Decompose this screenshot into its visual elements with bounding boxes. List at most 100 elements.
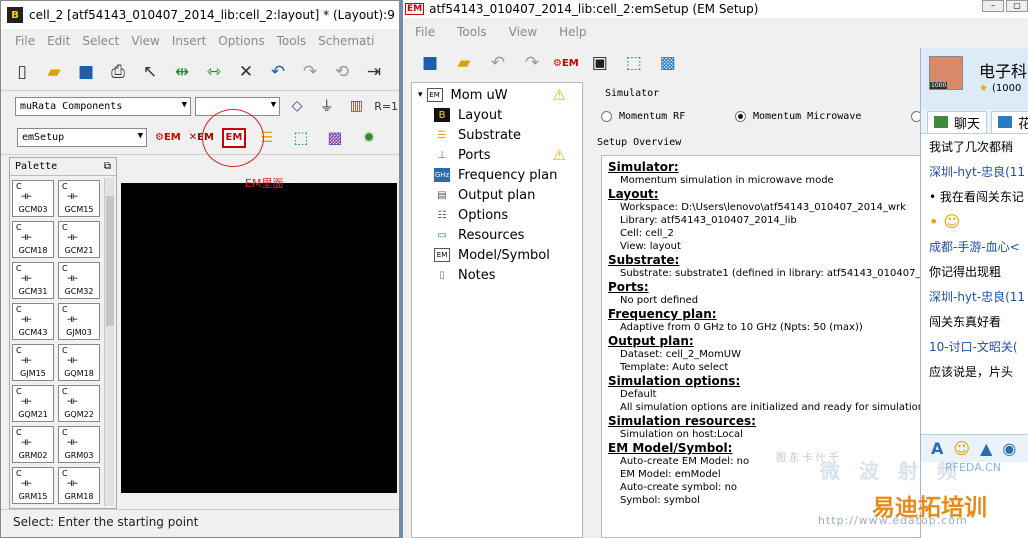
palette-scrollbar[interactable] — [104, 178, 114, 506]
palette-item[interactable]: C ⊣⊢ GCM03 — [12, 180, 54, 217]
shake-icon[interactable]: ◉ — [1002, 439, 1016, 458]
palette-item[interactable]: C ⊣⊢ GRM15 — [12, 467, 54, 504]
tree-item-substrate[interactable]: ☰ Substrate — [412, 125, 582, 145]
tree-item-resources[interactable]: ▭ Resources — [412, 225, 582, 245]
rfpro-icon[interactable]: ✹ — [356, 125, 382, 151]
ports-icon: ⊥ — [437, 149, 447, 161]
em-setup-combo[interactable]: emSetup ▼ — [17, 128, 147, 147]
tree-item-options[interactable]: ☷ Options — [412, 205, 582, 225]
scrollbar-thumb[interactable] — [106, 196, 114, 326]
palette-item[interactable]: C ⊣⊢ GJM15 — [12, 344, 54, 381]
menu-insert[interactable]: Insert — [172, 34, 206, 48]
ground-icon[interactable]: ⏚ — [314, 93, 340, 119]
em-gear-icon[interactable]: ⚙EM — [155, 132, 181, 143]
tree-item-layout[interactable]: B Layout — [412, 105, 582, 125]
em-root-icon: EM — [426, 88, 443, 102]
palette-item[interactable]: C ⊣⊢ GCM31 — [12, 262, 54, 299]
em-gear-icon[interactable]: ⚙EM — [553, 58, 579, 69]
capacitor-icon: ⊣⊢ — [21, 233, 32, 243]
print-icon[interactable]: ⎙ — [105, 59, 131, 85]
palette-item[interactable]: C ⊣⊢ GRM02 — [12, 426, 54, 463]
palette-item[interactable]: C ⊣⊢ GQM18 — [58, 344, 100, 381]
library-combo[interactable]: muRata Components ▼ — [15, 96, 192, 116]
radio-circle[interactable] — [601, 111, 612, 122]
tree-item-notes[interactable]: ▯ Notes — [412, 265, 582, 285]
ads-app-icon[interactable]: ▣ — [587, 50, 613, 76]
palette-item[interactable]: C ⊣⊢ GRM18 — [58, 467, 100, 504]
3d-box-icon[interactable]: ⬚ — [621, 50, 647, 76]
minimize-icon[interactable]: – — [982, 0, 1004, 12]
zoom-icon[interactable]: ⇥ — [361, 59, 387, 85]
maximize-icon[interactable]: ▢ — [1006, 0, 1028, 12]
open-folder-icon[interactable]: ▰ — [451, 50, 477, 76]
radio-circle-selected[interactable] — [735, 111, 746, 122]
library-bars-icon[interactable]: ▥ — [344, 93, 370, 119]
em-menu-help[interactable]: Help — [559, 25, 586, 39]
undo-icon[interactable]: ↶ — [265, 59, 291, 85]
palette-item[interactable]: C ⊣⊢ GCM21 — [58, 221, 100, 258]
ghz-icon: GHz — [434, 168, 450, 182]
tree-root[interactable]: ▾ EM Mom uW ⚠ — [412, 85, 582, 105]
capacitor-icon: ⊣⊢ — [67, 315, 78, 325]
group-avatar[interactable]: 1000 — [929, 56, 963, 90]
em-menu-file[interactable]: File — [415, 25, 435, 39]
new-icon[interactable]: ▯ — [9, 59, 35, 85]
menu-edit[interactable]: Edit — [47, 34, 70, 48]
layout-canvas[interactable] — [121, 183, 397, 493]
layout-title-bar[interactable]: B cell_2 [atf54143_010407_2014_lib:cell_… — [1, 1, 399, 29]
save-icon[interactable]: ■ — [73, 59, 99, 85]
3d-box-icon[interactable]: ⬚ — [288, 125, 314, 151]
open-folder-icon[interactable]: ▰ — [41, 59, 67, 85]
palette-item[interactable]: C ⊣⊢ GCM18 — [12, 221, 54, 258]
menu-view[interactable]: View — [131, 34, 159, 48]
radio-momentum-microwave[interactable]: Momentum Microwave — [735, 111, 861, 122]
tab-chat[interactable]: 聊天 — [927, 110, 988, 133]
palette-item-prefix: C — [62, 346, 68, 355]
overview-line: Library: atf54143_010407_2014_lib — [620, 215, 797, 226]
capacitor-icon: ⊣⊢ — [21, 274, 32, 284]
save-icon[interactable]: ■ — [417, 50, 443, 76]
palette-item[interactable]: C ⊣⊢ GQM21 — [12, 385, 54, 422]
palette-item[interactable]: C ⊣⊢ GCM15 — [58, 180, 100, 217]
menu-file[interactable]: File — [15, 34, 35, 48]
radio-momentum-rf[interactable]: Momentum RF — [601, 111, 685, 122]
menu-schematic[interactable]: Schemati — [318, 34, 374, 48]
menu-select[interactable]: Select — [82, 34, 119, 48]
redo-icon[interactable]: ↷ — [297, 59, 323, 85]
palette-item[interactable]: C ⊣⊢ GQM22 — [58, 385, 100, 422]
tree-item-label: Options — [458, 207, 509, 223]
palette-item[interactable]: C ⊣⊢ GRM03 — [58, 426, 100, 463]
stretch-icon[interactable]: ⇿ — [201, 59, 227, 85]
magic-icon[interactable]: ▲ — [980, 439, 992, 458]
resistor-icon[interactable]: R=1 — [373, 93, 399, 119]
select-pointer-icon[interactable]: ↖ — [137, 59, 163, 85]
3d-view-icon[interactable]: ▩ — [655, 50, 681, 76]
em-menu-view[interactable]: View — [509, 25, 537, 39]
redo-icon[interactable]: ↷ — [519, 50, 545, 76]
palette-item-label: GRM15 — [18, 492, 48, 501]
palette-item[interactable]: C ⊣⊢ GCM43 — [12, 303, 54, 340]
substrate-icon: ☰ — [437, 129, 447, 141]
tree-item-output-plan[interactable]: ▤ Output plan — [412, 185, 582, 205]
3d-view-icon[interactable]: ▩ — [322, 125, 348, 151]
palette-item[interactable]: C ⊣⊢ GCM32 — [58, 262, 100, 299]
em-menu-tools[interactable]: Tools — [457, 25, 487, 39]
tree-item-frequency-plan[interactable]: GHz Frequency plan — [412, 165, 582, 185]
palette-item[interactable]: C ⊣⊢ GJM03 — [58, 303, 100, 340]
capacitor-icon: ⊣⊢ — [67, 479, 78, 489]
delete-icon[interactable]: ✕ — [233, 59, 259, 85]
tab-other[interactable]: 花 — [991, 110, 1028, 133]
menu-options[interactable]: Options — [218, 34, 264, 48]
port-icon[interactable]: ◇ — [284, 93, 310, 119]
repeat-icon[interactable]: ⟲ — [329, 59, 355, 85]
undo-icon[interactable]: ↶ — [485, 50, 511, 76]
tree-item-ports[interactable]: ⊥ Ports ⚠ — [412, 145, 582, 165]
palette-item-prefix: C — [62, 387, 68, 396]
overview-line: Default — [620, 389, 657, 400]
dock-icon[interactable]: ⧉ — [104, 161, 111, 172]
em-title-bar[interactable]: EM atf54143_010407_2014_lib:cell_2:emSet… — [403, 0, 1028, 18]
collapse-icon[interactable]: ▾ — [418, 90, 423, 100]
move-icon[interactable]: ⇹ — [169, 59, 195, 85]
tree-item-model-symbol[interactable]: EM Model/Symbol — [412, 245, 582, 265]
menu-tools[interactable]: Tools — [277, 34, 307, 48]
